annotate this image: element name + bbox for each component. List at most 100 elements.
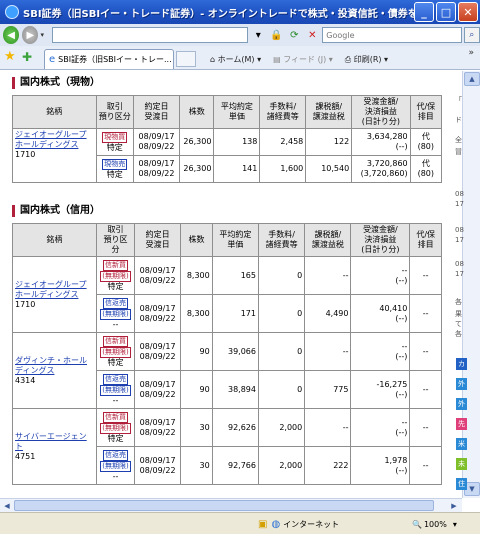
dai-cell: 代 (80)	[409, 128, 443, 156]
minimize-button[interactable]: _	[414, 2, 434, 22]
side-panel-badge[interactable]: 外	[456, 398, 467, 410]
history-dropdown-icon[interactable]: ▾	[40, 31, 47, 39]
trade-type-badge: 信新買	[103, 259, 129, 271]
refresh-icon[interactable]: ⟳	[286, 27, 302, 43]
maximize-button[interactable]: □	[436, 2, 456, 22]
table-row: ダヴィンチ・ホールディングス 4314 信新買 (無期限) 特定 08/09/17 08/0…	[11, 332, 442, 409]
horizontal-scrollbar[interactable]: ◀ ▶	[0, 498, 462, 512]
toolbar-overflow-icon[interactable]: »	[468, 48, 474, 58]
side-panel-text: ド	[455, 116, 462, 124]
amount-cell: 3,634,280 (--)	[351, 128, 411, 156]
account-type: --	[112, 471, 119, 481]
window-bottom	[0, 534, 480, 559]
side-panel-text: 全	[455, 136, 462, 144]
scroll-thumb[interactable]	[14, 500, 434, 511]
amount-cell: 40,410 (--)	[350, 294, 411, 333]
forward-button[interactable]: ▶	[22, 26, 39, 44]
zoom-control[interactable]: 🔍 100% ▾	[412, 517, 457, 531]
side-panel-text: 「	[455, 96, 462, 104]
dai-flag: 代	[421, 159, 430, 168]
quantity-cell: 8,300	[180, 294, 213, 333]
trade-type-cell: 現物買 特定	[95, 128, 135, 156]
trade-type-cell: 信新買 (無期限) 特定	[96, 256, 135, 295]
close-button[interactable]: ✕	[458, 2, 478, 22]
side-panel-badge[interactable]: 外	[456, 378, 467, 390]
tab-label: SBI証券（旧SBIイー・トレー...	[58, 55, 172, 64]
side-panel-badge[interactable]: 米	[456, 438, 467, 450]
stock-code: 1710	[15, 150, 36, 159]
scroll-right-icon[interactable]: ▶	[448, 500, 460, 511]
date-cell: 08/09/17 08/09/22	[133, 370, 182, 409]
new-tab-button[interactable]	[176, 51, 196, 67]
url-dropdown-icon[interactable]: ▾	[250, 27, 266, 43]
amount-pl: (3,720,860)	[360, 169, 408, 178]
search-input[interactable]: Google	[322, 27, 462, 43]
side-panel: 「ド全冒 08 17 08 17 08 17 各果て各カ外外先米未住	[455, 86, 480, 490]
amount: 1,978	[384, 455, 408, 465]
account-type: 特定	[107, 433, 124, 443]
quantity-cell: 90	[180, 370, 213, 409]
trade-type-badge: 現物売	[102, 158, 128, 170]
home-button[interactable]: ⌂ ホーム(M) ▾	[210, 54, 261, 65]
trade-date: 08/09/17	[139, 455, 176, 465]
feed-button[interactable]: ▤ フィード (J) ▾	[273, 54, 333, 65]
column-header: 約定日 受渡日	[133, 95, 180, 129]
side-panel-badge[interactable]: カ	[456, 358, 467, 370]
fee-cell: 1,600	[259, 155, 307, 183]
stock-name-link[interactable]: ダヴィンチ・ホールディングス	[15, 356, 87, 375]
stock-name-cell: ダヴィンチ・ホールディングス 4314	[11, 332, 98, 409]
settle-date: 08/09/22	[139, 351, 176, 361]
quantity-cell: 30	[180, 408, 213, 447]
search-icon[interactable]: ⌕	[463, 27, 480, 43]
dai-cell: --	[409, 446, 442, 485]
fee-cell: 0	[257, 332, 306, 371]
date-cell: 08/09/17 08/09/22	[133, 155, 180, 183]
favorites-star-icon[interactable]: ★	[4, 49, 20, 65]
side-panel-badge[interactable]: 先	[456, 418, 467, 430]
price-cell: 92,626	[211, 408, 259, 447]
table-row: ジェイオーグループホールディングス 1710 信新買 (無期限) 特定 08/09/17 0…	[11, 256, 442, 333]
price-cell: 92,766	[211, 446, 259, 485]
back-button[interactable]: ◀	[3, 26, 20, 44]
zoom-level: 100%	[423, 519, 447, 529]
date-cell: 08/09/17 08/09/22	[133, 294, 182, 333]
side-panel-text: 各	[455, 330, 462, 338]
side-panel-text: 08	[455, 226, 464, 234]
trade-type-badge: 信新買	[103, 411, 129, 423]
column-header: 銘柄	[11, 223, 98, 257]
side-panel-badge[interactable]: 住	[456, 478, 467, 490]
stock-code: 4314	[15, 375, 36, 385]
account-type: 特定	[107, 281, 124, 291]
security-zone-icon: ▣	[258, 518, 268, 530]
amount-cell: -- (--)	[350, 408, 411, 447]
side-panel-text: 17	[455, 270, 464, 278]
stock-name-cell: サイバーエージェント 4751	[11, 408, 98, 485]
date-cell: 08/09/17 08/09/22	[133, 256, 182, 295]
column-header: 代/保 排目	[409, 95, 443, 129]
dai-cell: --	[409, 408, 442, 447]
scroll-left-icon[interactable]: ◀	[1, 500, 13, 511]
amount: 3,720,860	[366, 159, 408, 168]
side-panel-badge[interactable]: 未	[456, 458, 467, 470]
quantity-cell: 26,300	[178, 155, 215, 183]
url-input[interactable]	[51, 27, 249, 43]
lock-icon[interactable]: 🔒	[268, 27, 284, 43]
table-row: ジェイオーグループホールディングス 1710 現物買 特定 08/09/17 08/09/…	[12, 128, 443, 183]
stock-name-link[interactable]: ジェイオーグループホールディングス	[15, 130, 87, 149]
tab-active[interactable]: e SBI証券（旧SBIイー・トレー...	[44, 49, 174, 69]
add-favorite-icon[interactable]: ✚	[22, 49, 38, 65]
stock-name-link[interactable]: サイバーエージェント	[15, 432, 87, 451]
spot-table: 銘柄 取引 預り区分 約定日 受渡日 株数 平均約定 単価 手数料/諸経費等 課税額/譲渡益税 受渡…	[12, 95, 443, 183]
stock-name-cell: ジェイオーグループホールディングス 1710	[12, 128, 97, 183]
column-header: 株数	[180, 223, 213, 257]
amount-cell: 1,978 (--)	[350, 446, 411, 485]
quantity-cell: 26,300	[178, 128, 215, 156]
stock-name-link[interactable]: ジェイオーグループホールディングス	[15, 280, 87, 299]
scroll-up-icon[interactable]: ▲	[464, 72, 480, 86]
globe-icon: ◍	[271, 518, 281, 530]
print-button[interactable]: ⎙ 印刷(R) ▾	[345, 54, 388, 65]
price-cell: 39,066	[211, 332, 259, 371]
stop-icon[interactable]: ✕	[304, 27, 320, 43]
amount-pl: (--)	[395, 351, 408, 361]
price-cell: 165	[211, 256, 259, 295]
